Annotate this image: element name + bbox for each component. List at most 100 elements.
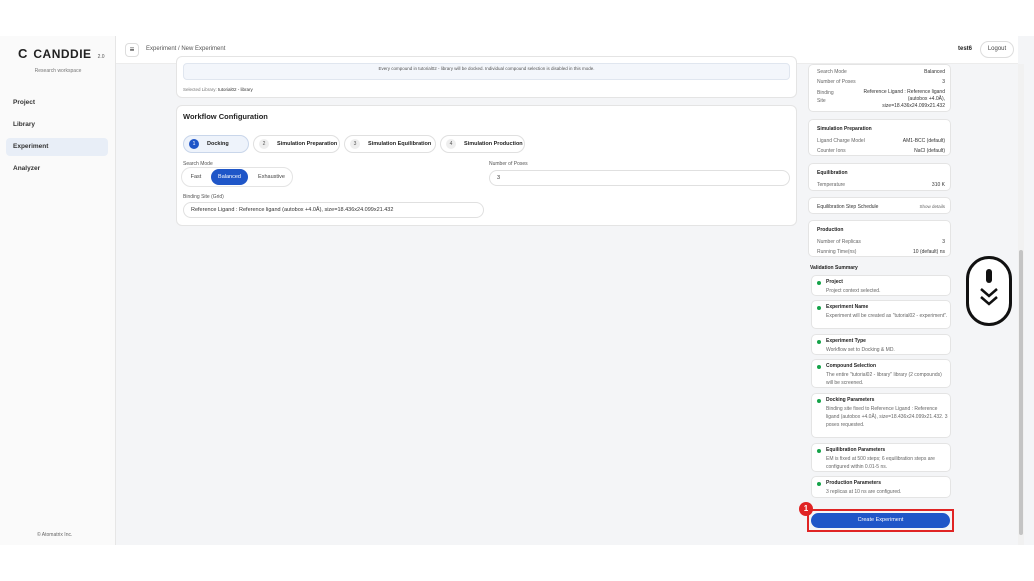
summary-temperature: Temperature 310 K [817, 182, 945, 188]
prep-summary-title: Simulation Preparation [817, 126, 872, 132]
validation-title: Experiment Name [826, 304, 869, 310]
validation-desc: 3 replicas at 10 ns are configured. [826, 489, 902, 495]
summary-search-mode: Search Mode Balanced [817, 69, 945, 75]
summary-value: 310 K [931, 182, 945, 188]
summary-binding-site: Binding Site Reference Ligand : Referenc… [817, 89, 945, 111]
scrollbar[interactable] [1018, 64, 1024, 545]
summary-value: 3 [942, 79, 945, 85]
sidebar-item-project[interactable]: Project [6, 94, 108, 112]
library-notice: Every compound in tutorial02 - library w… [183, 63, 790, 80]
validation-item-docking-parameters: Docking Parameters Binding site fixed to… [811, 393, 951, 438]
sidebar-item-analyzer[interactable]: Analyzer [6, 160, 108, 178]
logo-icon: C [18, 46, 28, 61]
tab-label: Simulation Preparation [277, 141, 338, 147]
binding-site-label: Binding Site (Grid) [183, 194, 224, 200]
validation-item-project: Project Project context selected. [811, 275, 951, 296]
schedule-summary-card: Equilibration Step Schedule Show details [808, 197, 951, 214]
tab-simulation-production[interactable]: 4 Simulation Production [440, 135, 525, 153]
validation-item-compound-selection: Compound Selection The entire "tutorial0… [811, 359, 951, 388]
summary-charge-model: Ligand Charge Model AM1-BCC (default) [817, 138, 945, 144]
summary-value: Reference Ligand : Reference ligand (aut… [864, 89, 945, 110]
sidebar-item-experiment[interactable]: Experiment [6, 138, 108, 156]
binding-value-line: Reference Ligand : Reference ligand [863, 89, 945, 95]
docking-summary-card: Search Mode Balanced Number of Poses 3 B… [808, 64, 951, 112]
summary-schedule: Equilibration Step Schedule Show details [817, 204, 945, 210]
validation-title: Docking Parameters [826, 397, 875, 403]
search-mode-fast[interactable]: Fast [184, 169, 208, 185]
validation-title: Project [826, 279, 843, 285]
binding-value-line: size=18.436x24.099x21.432 [882, 103, 945, 109]
search-mode-balanced[interactable]: Balanced [211, 169, 248, 185]
equil-summary-title: Equilibration [817, 170, 848, 176]
summary-value: Balanced [924, 69, 945, 75]
validation-title: Experiment Type [826, 338, 866, 344]
sidebar: C CANDDIE 2.0 Research workspace Project… [0, 36, 116, 545]
check-dot-icon [817, 306, 821, 310]
sidebar-item-library[interactable]: Library [6, 116, 108, 134]
validation-title: Production Parameters [826, 480, 882, 486]
validation-desc: Binding site fixed to Reference Ligand :… [826, 406, 948, 428]
validation-title: Equilibration Parameters [826, 447, 886, 453]
num-poses-label: Number of Poses [489, 161, 528, 167]
num-poses-input[interactable]: 3 [489, 170, 790, 186]
check-dot-icon [817, 449, 821, 453]
validation-item-equilibration-parameters: Equilibration Parameters EM is fixed at … [811, 443, 951, 472]
tab-number: 4 [446, 139, 456, 149]
summary-label: Temperature [817, 182, 846, 188]
workflow-title: Workflow Configuration [183, 112, 268, 121]
create-highlight-box: Create Experiment [807, 509, 954, 532]
validation-desc: EM is fixed at 500 steps; 6 equilibratio… [826, 456, 935, 470]
production-summary-title: Production [817, 227, 844, 233]
summary-label: Binding Site [817, 90, 834, 104]
app-window: C CANDDIE 2.0 Research workspace Project… [0, 36, 1034, 545]
prep-summary-card: Simulation Preparation Ligand Charge Mod… [808, 119, 951, 156]
summary-label: Ligand Charge Model [817, 138, 865, 144]
selected-library-value: tutorial02 - library [218, 87, 253, 92]
production-summary-card: Production Number of Replicas 3 Running … [808, 220, 951, 257]
tab-simulation-preparation[interactable]: 2 Simulation Preparation [253, 135, 340, 153]
selected-library-label: Selected Library [183, 87, 216, 92]
summary-label: Counter Ions [817, 148, 846, 154]
validation-summary-title: Validation Summary [810, 265, 858, 271]
brand-name: CANDDIE [33, 47, 92, 61]
validation-title: Compound Selection [826, 363, 876, 369]
summary-label: Number of Replicas [817, 239, 861, 245]
brand-version: 2.0 [97, 54, 105, 60]
tab-docking[interactable]: 1 Docking [183, 135, 249, 153]
breadcrumb: Experiment / New Experiment [146, 46, 226, 52]
summary-value: 3 [942, 239, 945, 245]
summary-replicas: Number of Replicas 3 [817, 239, 945, 245]
summary-poses: Number of Poses 3 [817, 79, 945, 85]
validation-desc: Project context selected. [826, 288, 881, 294]
summary-value: NaCl (default) [914, 148, 945, 154]
step-badge: 1 [799, 502, 813, 516]
logout-button[interactable]: Logout [980, 41, 1014, 58]
user-name: test6 [958, 46, 973, 52]
tab-label: Simulation Production [464, 141, 523, 147]
tab-number: 2 [259, 139, 269, 149]
tab-label: Simulation Equilibration [368, 141, 432, 147]
validation-desc: Experiment will be created as "tutorial0… [826, 313, 948, 319]
tab-number: 3 [350, 139, 360, 149]
workspace-label: Research workspace [34, 68, 82, 74]
tab-simulation-equilibration[interactable]: 3 Simulation Equilibration [344, 135, 436, 153]
check-dot-icon [817, 399, 821, 403]
summary-label: Search Mode [817, 69, 847, 75]
summary-value: 10 (default) ns [913, 249, 945, 255]
menu-icon[interactable]: ≡ [125, 43, 139, 57]
selected-library: Selected Library: tutorial02 - library [183, 87, 253, 92]
brand-logo[interactable]: C CANDDIE 2.0 [18, 46, 105, 61]
summary-value: AM1-BCC (default) [902, 138, 945, 144]
scroll-chevrons-icon [980, 269, 998, 306]
binding-site-input[interactable]: Reference Ligand : Reference ligand (aut… [183, 202, 484, 218]
check-dot-icon [817, 365, 821, 369]
show-details-button[interactable]: Show details [919, 204, 945, 209]
create-experiment-button[interactable]: Create Experiment [811, 513, 950, 528]
copyright: © Atomatrix Inc. [37, 532, 73, 538]
scroll-down-indicator-icon [966, 256, 1012, 326]
search-mode-exhaustive[interactable]: Exhaustive [252, 169, 291, 185]
scrollbar-thumb[interactable] [1019, 250, 1023, 535]
validation-item-experiment-name: Experiment Name Experiment will be creat… [811, 300, 951, 329]
check-dot-icon [817, 340, 821, 344]
summary-counter-ions: Counter Ions NaCl (default) [817, 148, 945, 154]
